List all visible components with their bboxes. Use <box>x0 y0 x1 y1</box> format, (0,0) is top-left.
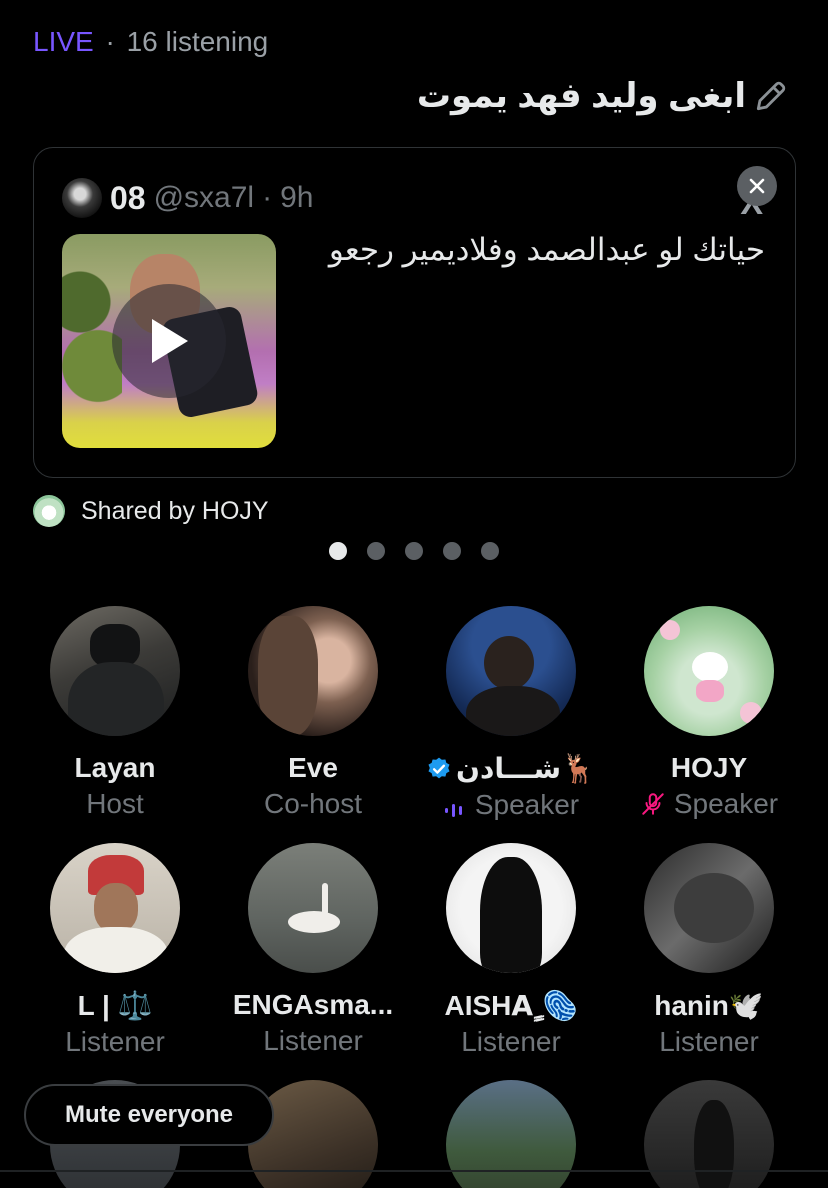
participant[interactable]: hanin🕊️ Listener <box>610 843 808 1058</box>
participant-name: hanin🕊️ <box>654 990 764 1021</box>
listener-count: 16 listening <box>126 26 269 57</box>
participant-role: Co-host <box>263 788 363 819</box>
mic-off-icon <box>640 791 666 817</box>
sharer-avatar <box>33 495 65 527</box>
author-name: 08 <box>110 179 146 216</box>
avatar <box>50 606 180 736</box>
play-button[interactable] <box>112 284 226 398</box>
divider <box>0 1170 828 1172</box>
author-avatar <box>62 178 102 218</box>
participant-role-text: Speaker <box>474 789 580 820</box>
participant-role: Speaker <box>412 789 610 821</box>
participant-role: Listener <box>65 1026 165 1057</box>
participant-role: Speaker <box>610 788 808 820</box>
mute-everyone-button[interactable]: Mute everyone <box>24 1084 274 1146</box>
pager-dot[interactable] <box>481 542 499 560</box>
participant-name: شـــادن🦌 <box>412 752 610 785</box>
avatar <box>248 606 378 736</box>
participant-name-text: شـــادن🦌 <box>456 753 596 784</box>
participant-role: Listener <box>263 1025 363 1056</box>
space-status: LIVE · 16 listening <box>33 26 268 58</box>
remove-post-button[interactable] <box>737 166 777 206</box>
participant-name: ENGAsma... <box>232 989 394 1020</box>
live-label: LIVE <box>33 26 94 57</box>
video-thumbnail[interactable] <box>62 234 276 448</box>
pager-dot[interactable] <box>443 542 461 560</box>
pager-dot[interactable] <box>329 542 347 560</box>
space-title: ابغى وليد فهد يموت <box>416 77 746 115</box>
shared-post-card[interactable]: 08 @sxa7l · 9h X حياتك لو عبدالصمد وفلاد… <box>33 147 796 478</box>
status-separator: · <box>105 26 115 57</box>
participant-role: Listener <box>461 1026 561 1057</box>
participant-name: Eve <box>288 752 338 783</box>
participant-name: Layan <box>74 752 156 783</box>
participant-name: HOJY <box>670 752 748 783</box>
close-icon <box>749 178 765 194</box>
pencil-icon[interactable] <box>752 77 790 115</box>
participant-role-text: Speaker <box>673 788 779 819</box>
play-icon <box>152 319 188 363</box>
participant-role: Host <box>86 788 144 819</box>
verified-badge-icon <box>426 756 452 782</box>
avatar <box>644 606 774 736</box>
speaking-icon <box>443 795 467 817</box>
carousel-pager[interactable] <box>329 542 499 560</box>
post-text: حياتك لو عبدالصمد وفلاديمير رجعو <box>328 232 765 267</box>
participant[interactable]: Layan Host <box>16 606 214 820</box>
author-handle: @sxa7l <box>153 181 255 214</box>
participant-name: L | ⚖️ <box>77 990 153 1021</box>
avatar <box>50 843 180 973</box>
pager-dot[interactable] <box>405 542 423 560</box>
post-time: 9h <box>280 181 314 214</box>
post-separator: · <box>262 181 273 214</box>
post-author: 08 @sxa7l · 9h <box>62 178 313 218</box>
avatar <box>248 843 378 973</box>
participant-role: Listener <box>659 1026 759 1057</box>
participant[interactable]: AISHAٍ ٍ🫆 Listener <box>412 843 610 1058</box>
participant[interactable]: ENGAsma... Listener <box>214 843 412 1057</box>
shared-by-row: Shared by HOJY <box>33 495 269 527</box>
participant[interactable]: HOJY Speaker <box>610 606 808 820</box>
shared-by-label: Shared by HOJY <box>81 496 269 525</box>
participant-name: AISHAٍ ٍ🫆 <box>444 990 578 1021</box>
avatar <box>446 843 576 973</box>
avatar <box>644 843 774 973</box>
participant[interactable]: L | ⚖️ Listener <box>16 843 214 1058</box>
pager-dot[interactable] <box>367 542 385 560</box>
space-title-row[interactable]: ابغى وليد فهد يموت <box>417 76 790 116</box>
avatar <box>446 606 576 736</box>
participant[interactable]: Eve Co-host <box>214 606 412 820</box>
participant[interactable]: شـــادن🦌 Speaker <box>412 606 610 821</box>
